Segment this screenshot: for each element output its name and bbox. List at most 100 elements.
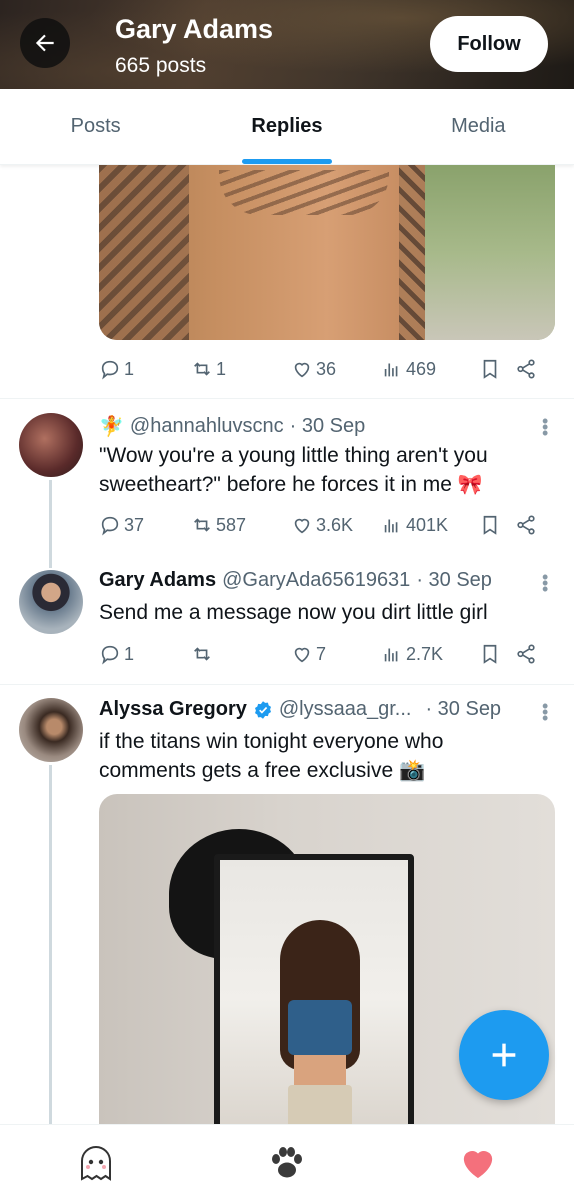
more-options-icon[interactable]: • • • [542, 568, 548, 598]
views-button[interactable]: 469 [381, 358, 479, 380]
heart-outline-icon [294, 647, 310, 663]
repost-icon [194, 362, 210, 376]
divider [0, 398, 574, 399]
repost-icon [194, 647, 210, 661]
view-count: 469 [406, 358, 437, 379]
repost-button[interactable]: 587 [191, 514, 291, 536]
bookmark-icon [483, 644, 497, 664]
tweet-author-name[interactable]: Alyssa Gregory [99, 698, 247, 721]
reply-button[interactable]: 1 [99, 643, 191, 665]
heart-icon [464, 1150, 493, 1178]
share-button[interactable] [515, 514, 537, 536]
image-detail [288, 1085, 352, 1124]
tweet-text-content: "Wow you're a young little thing aren't … [99, 444, 488, 496]
image-detail [99, 165, 189, 340]
heart-outline-icon [294, 518, 310, 534]
image-detail [294, 1055, 346, 1085]
post-actions: 1 1 36 469 [99, 349, 555, 389]
tweet-author-name[interactable]: Gary Adams [99, 569, 216, 592]
tab-label: Posts [70, 115, 121, 137]
reply-button[interactable]: 1 [99, 358, 191, 380]
like-button[interactable]: 3.6K [291, 514, 381, 536]
reply-count: 1 [124, 358, 135, 379]
image-detail [280, 920, 360, 1124]
heart-outline-icon [294, 362, 310, 378]
like-count: 7 [316, 643, 327, 664]
views-icon [384, 519, 398, 533]
posts-count: 665 posts [115, 54, 207, 77]
repost-count: 587 [216, 514, 247, 535]
bookmark-button[interactable] [479, 643, 515, 665]
share-button[interactable] [515, 643, 537, 665]
tab-replies[interactable]: Replies [191, 89, 382, 164]
thread-line [49, 765, 52, 1125]
bookmark-button[interactable] [479, 514, 515, 536]
share-icon [517, 515, 535, 535]
verified-badge-icon [254, 700, 271, 719]
reply-icon [101, 645, 119, 665]
share-icon [517, 644, 535, 664]
tweet-text-content: if the titans win tonight everyone who c… [99, 730, 444, 782]
like-button[interactable]: 7 [291, 643, 381, 665]
tweet-text: if the titans win tonight everyone who c… [99, 727, 539, 785]
more-options-icon[interactable]: • • • [542, 697, 548, 727]
views-icon [384, 363, 398, 377]
tweet-handle[interactable]: @GaryAda65619631 [222, 569, 410, 592]
repost-icon [194, 518, 210, 532]
nav-heart[interactable] [448, 1133, 508, 1193]
image-detail [425, 165, 555, 340]
view-count: 401K [406, 514, 449, 535]
reply-count: 1 [124, 643, 135, 664]
more-options-icon[interactable]: • • • [542, 412, 548, 442]
profile-name: Gary Adams [115, 14, 274, 44]
divider [0, 684, 574, 685]
tweet-handle[interactable]: @lyssaaa_gr... [279, 698, 412, 721]
repost-button[interactable]: 1 [191, 358, 291, 380]
fairy-emoji: 🧚 [99, 416, 124, 438]
nav-ghost[interactable] [66, 1133, 126, 1193]
tweet-meta: 🧚 @hannahluvscnc · 30 Sep [99, 414, 365, 439]
thread-line [49, 480, 52, 568]
view-count: 2.7K [406, 643, 444, 664]
compose-button[interactable] [459, 1010, 549, 1100]
image-detail [214, 854, 414, 1124]
reply-button[interactable]: 37 [99, 514, 191, 536]
post-actions: 37 587 3.6K 401K [99, 505, 555, 545]
bottom-navigation [0, 1124, 574, 1200]
ghost-icon [80, 1145, 111, 1181]
avatar[interactable] [19, 698, 83, 762]
bookmark-button[interactable] [479, 358, 515, 380]
camera-emoji: 📸 [398, 759, 426, 782]
tweet-handle[interactable]: @hannahluvscnc [130, 415, 284, 438]
follow-button[interactable]: Follow [430, 16, 548, 72]
share-button[interactable] [515, 358, 537, 380]
bookmark-icon [483, 359, 497, 379]
avatar[interactable] [19, 570, 83, 634]
share-icon [517, 359, 535, 379]
views-button[interactable]: 2.7K [381, 643, 479, 665]
post-actions: 1 7 2.7K [99, 634, 555, 674]
tweet-date: · 30 Sep [289, 415, 366, 437]
paw-icon [271, 1146, 302, 1177]
nav-paw[interactable] [257, 1133, 317, 1193]
like-button[interactable]: 36 [291, 358, 381, 380]
like-count: 36 [316, 358, 337, 379]
reply-icon [101, 360, 119, 380]
tab-label: Replies [251, 115, 323, 137]
tweet-text: "Wow you're a young little thing aren't … [99, 441, 539, 500]
post-image[interactable] [99, 165, 555, 340]
repost-button[interactable] [191, 643, 291, 665]
image-detail [219, 170, 389, 215]
tab-posts[interactable]: Posts [0, 89, 191, 164]
profile-header: Gary Adams 665 posts Follow [0, 0, 574, 89]
arrow-left-icon [35, 34, 54, 52]
tab-label: Media [451, 115, 506, 137]
image-detail [288, 1000, 352, 1055]
repost-count: 1 [216, 358, 227, 379]
views-button[interactable]: 401K [381, 514, 479, 536]
back-button[interactable] [20, 18, 70, 68]
tweet-date: · 30 Sep [425, 698, 502, 720]
tab-media[interactable]: Media [383, 89, 574, 164]
avatar[interactable] [19, 413, 83, 477]
active-tab-indicator [241, 159, 332, 164]
